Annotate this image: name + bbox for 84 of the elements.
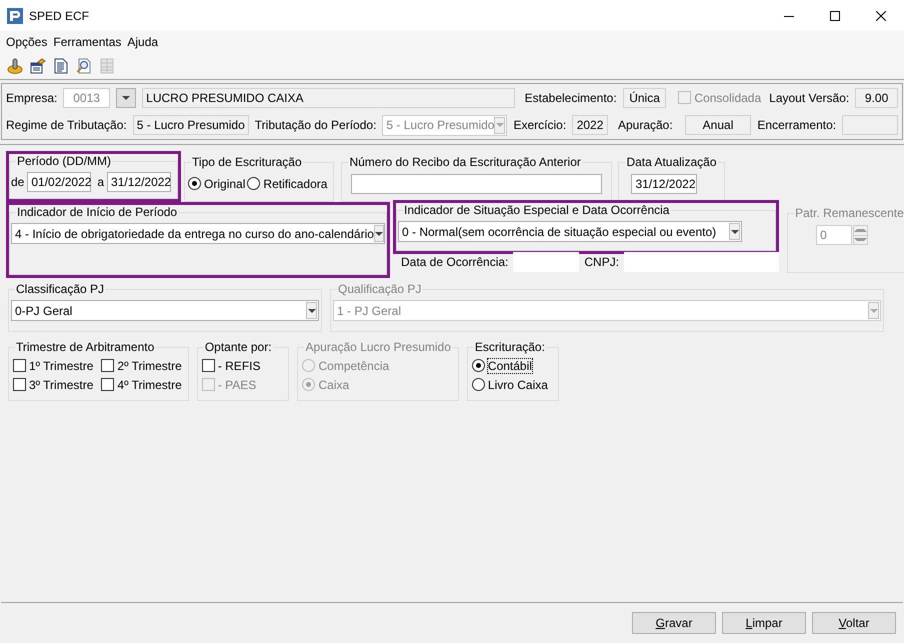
checkbox[interactable] [101,359,114,372]
dropdown[interactable]: 0-PJ Geral [11,300,319,321]
checkbox-label: 2º Trimestre [117,358,182,372]
closing-field [842,115,898,135]
checkbox[interactable] [13,378,26,391]
field-label: CNPJ: [584,255,620,269]
receipt-number-field[interactable] [351,174,602,194]
dropdown[interactable]: 0 - Normal(sem ocorrência de situação especial ou evento) [398,221,742,242]
action-button[interactable]: Limpar [722,612,806,634]
checkbox[interactable] [202,359,215,372]
establishment-field: Única [622,88,666,108]
radio-button[interactable] [247,177,260,190]
menu-item[interactable]: Opções [6,34,48,48]
year-field: 2022 [572,115,608,135]
magnifier-document-icon [76,58,92,74]
field-label: Encerramento: [757,118,836,132]
field-label: Estabelecimento: [524,90,617,104]
field-label: de [11,175,24,189]
group-title: Data Atualização [626,155,716,169]
group-title: Patr. Remanescente [795,206,904,220]
checkbox[interactable] [101,378,114,391]
close-icon[interactable] [876,10,886,20]
cnpj-field[interactable] [624,252,780,272]
checkbox-label: - REFIS [218,358,260,372]
radio-label: Retificadora [263,176,328,190]
menu-item[interactable]: Ajuda [127,34,158,48]
date-field[interactable]: 01/02/2022 [27,172,92,192]
checkbox-label: 4º Trimestre [117,378,182,392]
field-label: Regime de Tributação: [6,118,127,132]
action-button[interactable]: Voltar [812,612,896,634]
toolbar-button[interactable] [29,56,47,74]
form-arrow-icon [30,58,46,74]
dropdown[interactable]: 4 - Início de obrigatoriedade da entrega no curso do ano-calendário [11,223,385,244]
group-title: Escrituração: [474,340,545,354]
field-label: Empresa: [6,90,58,104]
field-label: Exercício: [513,118,566,132]
group-title: Apuração Lucro Presumido [305,340,451,354]
toolbar-button[interactable] [52,56,70,74]
group-title: Indicador de Início de Período [17,205,178,219]
action-button[interactable]: Gravar [632,612,716,634]
regime-field: 5 - Lucro Presumido [132,115,249,135]
group-title: Optante por: [204,340,272,354]
date-field[interactable]: 31/12/2022 [631,174,698,194]
date-field[interactable] [513,252,580,272]
group-title: Período (DD/MM) [17,154,112,168]
radio-label: Original [204,176,246,190]
field-label: Apuração: [618,118,673,132]
document-icon [54,58,68,74]
checkbox-label: - PAES [218,378,256,392]
maximize-icon[interactable] [830,10,840,20]
radio-label: Competência [318,358,390,372]
checkbox-label: 1º Trimestre [29,358,94,372]
checkbox-label: 3º Trimestre [29,378,94,392]
radio-button[interactable] [472,359,485,372]
field-label: Layout Versão: [769,90,850,104]
group-title: Indicador de Situação Especial e Data Ocorrência [404,203,670,217]
menu-item[interactable]: Ferramentas [53,34,122,48]
toolbar-button[interactable] [6,56,24,74]
app-icon [7,8,23,24]
field-label: Data de Ocorrência: [401,255,508,269]
group-title: Qualificação PJ [338,282,422,296]
toolbar-button[interactable] [75,56,93,74]
knob-icon [7,58,23,74]
group-title: Classificação PJ [16,282,104,296]
radio-button[interactable] [472,378,485,391]
checkbox-label: Consolidada [694,90,762,104]
radio-button[interactable] [188,177,202,190]
company-name-field: LUCRO PRESUMIDO CAIXA [142,88,515,108]
window-title: SPED ECF [29,8,90,22]
grid-icon [100,58,114,74]
group-title: Número do Recibo da Escrituração Anterior [349,155,581,169]
radio-label: Contábil [488,358,532,372]
checkbox[interactable] [13,359,26,372]
apuracao-field: Anual [684,115,752,135]
layout-version-field: 9.00 [855,88,898,108]
radio-label: Caixa [318,378,350,392]
field-label: Tributação do Período: [254,118,376,132]
company-code-field[interactable]: 0013 [63,88,110,108]
dropdown-button[interactable] [116,88,136,108]
radio-label: Livro Caixa [488,378,548,392]
group-title: Tipo de Escrituração [192,155,302,169]
group-title: Trimestre de Arbitramento [16,340,154,354]
field-label: a [97,175,104,189]
date-field[interactable]: 31/12/2022 [107,172,172,192]
